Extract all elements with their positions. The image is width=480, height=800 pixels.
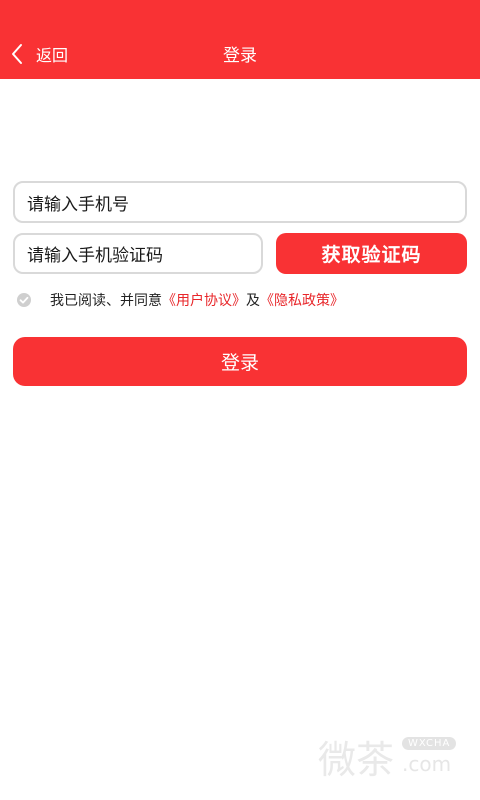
agreement-text: 我已阅读、并同意《用户协议》及《隐私政策》 [50, 290, 344, 310]
get-code-button[interactable]: 获取验证码 [276, 233, 467, 274]
agreement-and: 及 [246, 293, 260, 309]
phone-input[interactable]: 请输入手机号 [13, 181, 467, 223]
privacy-policy-link[interactable]: 《隐私政策》 [260, 293, 344, 309]
agreement-row: 我已阅读、并同意《用户协议》及《隐私政策》 [16, 290, 344, 310]
watermark-logo-text: 微茶 [318, 737, 395, 782]
watermark-badge: WXCHA [402, 736, 457, 750]
checkbox-check-icon[interactable] [16, 292, 32, 308]
verification-code-input[interactable]: 请输入手机验证码 [13, 233, 263, 274]
login-button[interactable]: 登录 [13, 337, 467, 386]
agreement-prefix: 我已阅读、并同意 [50, 293, 162, 309]
watermark: 微茶 WXCHA .com [318, 728, 457, 784]
user-agreement-link[interactable]: 《用户协议》 [162, 293, 246, 309]
page-title: 登录 [223, 46, 257, 66]
watermark-domain: .com [402, 751, 452, 776]
top-bar: 返回 登录 [0, 0, 480, 79]
